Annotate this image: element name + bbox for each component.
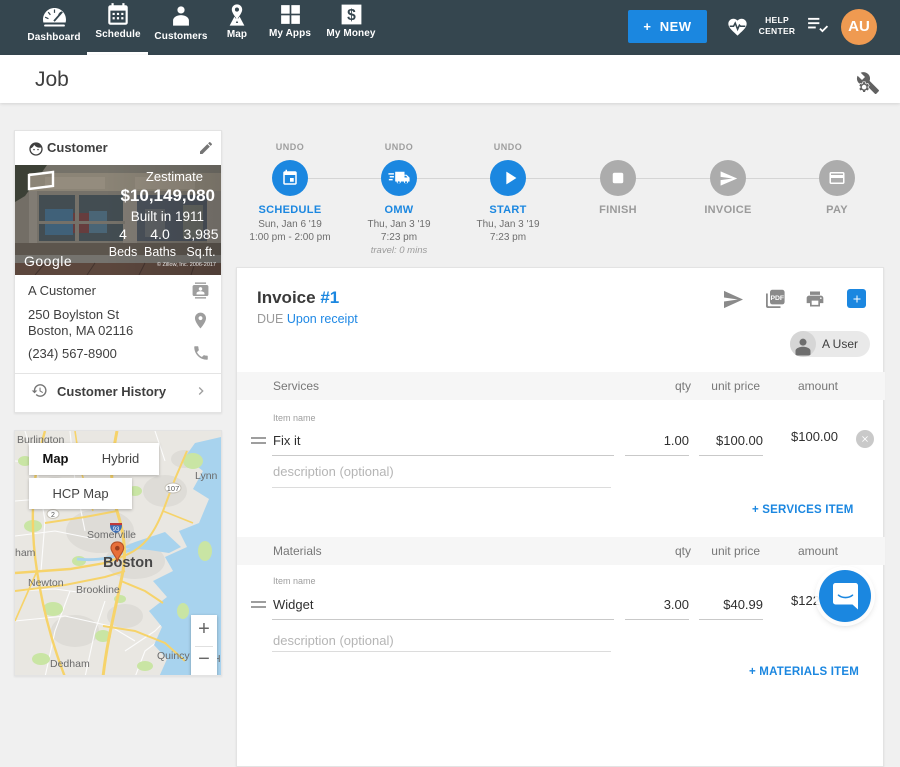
svg-text:$: $ — [347, 7, 356, 24]
svg-text:ham: ham — [15, 547, 36, 559]
svg-text:Newton: Newton — [28, 577, 64, 589]
svg-text:93: 93 — [113, 527, 120, 533]
svg-text:PDF: PDF — [770, 295, 784, 302]
svg-text:Dedham: Dedham — [50, 658, 90, 670]
svg-text:2: 2 — [51, 512, 55, 519]
svg-text:Brookline: Brookline — [76, 584, 120, 596]
svg-text:Quincy: Quincy — [157, 650, 190, 662]
svg-text:Boston: Boston — [103, 555, 153, 571]
svg-text:Somerville: Somerville — [87, 529, 136, 541]
svg-text:Lynn: Lynn — [195, 470, 218, 482]
svg-text:107: 107 — [167, 484, 180, 493]
